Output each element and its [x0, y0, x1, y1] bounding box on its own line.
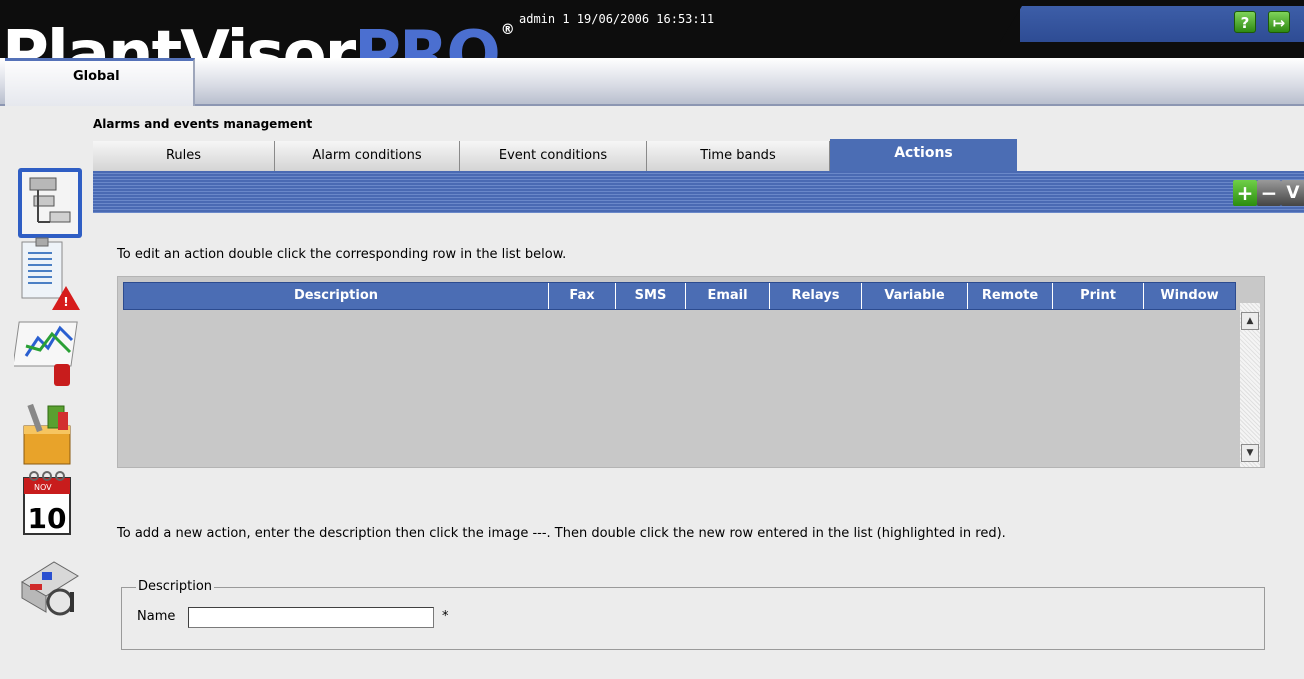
global-bar [0, 58, 1304, 106]
edit-instructions: To edit an action double click the corre… [117, 247, 567, 262]
required-mark: * [442, 609, 449, 624]
tab-time-bands[interactable]: Time bands [647, 141, 830, 171]
description-fieldset: Description Name * [121, 579, 1265, 650]
toolbar [93, 171, 1304, 213]
col-relays[interactable]: Relays [770, 283, 862, 309]
app-header: PlantVisorPRO ® admin 1 19/06/2006 16:53:… [0, 0, 1304, 58]
col-description[interactable]: Description [124, 283, 549, 309]
tab-bar: Rules Alarm conditions Event conditions … [93, 139, 1017, 171]
calendar-icon[interactable]: NOV 10 [14, 470, 86, 540]
plant-map-icon[interactable] [14, 552, 86, 622]
tab-event-conditions[interactable]: Event conditions [460, 141, 647, 171]
tab-actions[interactable]: Actions [830, 139, 1017, 171]
table-scrollbar[interactable]: ▲ ▼ [1240, 303, 1260, 467]
name-label: Name [137, 609, 176, 624]
global-tab[interactable]: Global [5, 58, 195, 106]
col-email[interactable]: Email [686, 283, 770, 309]
header-wedge [1000, 6, 1022, 42]
global-label: Global [73, 69, 120, 84]
user-info: admin 1 19/06/2006 16:53:11 [519, 12, 715, 26]
section-title: Alarms and events management [93, 117, 313, 131]
description-legend: Description [136, 579, 215, 594]
calendar-day: 10 [28, 502, 67, 535]
col-print[interactable]: Print [1053, 283, 1144, 309]
layout-icon[interactable] [14, 166, 86, 238]
scroll-up-icon[interactable]: ▲ [1241, 312, 1259, 330]
table-header: Description Fax SMS Email Relays Variabl… [123, 282, 1236, 310]
scroll-down-icon[interactable]: ▼ [1241, 444, 1259, 462]
add-icon[interactable]: + [1233, 180, 1257, 206]
logo-main: PlantVisor [2, 18, 356, 58]
logo-accent: PRO [354, 18, 501, 58]
col-remote[interactable]: Remote [968, 283, 1053, 309]
name-input[interactable] [188, 607, 434, 628]
tools-box-icon[interactable] [14, 396, 86, 466]
calendar-month: NOV [34, 483, 52, 492]
add-instructions: To add a new action, enter the descripti… [117, 526, 1006, 541]
help-icon[interactable]: ? [1234, 11, 1256, 33]
col-sms[interactable]: SMS [616, 283, 686, 309]
tab-rules[interactable]: Rules [93, 141, 275, 171]
exit-icon[interactable]: ↦ [1268, 11, 1290, 33]
graph-icon[interactable] [12, 316, 86, 386]
tab-alarm-conditions[interactable]: Alarm conditions [275, 141, 460, 171]
alarm-report-icon[interactable]: ! [14, 236, 86, 310]
col-fax[interactable]: Fax [549, 283, 616, 309]
logo-reg: ® [500, 22, 515, 38]
svg-text:!: ! [63, 295, 68, 309]
header-accent-bar [1020, 6, 1304, 42]
remove-icon[interactable]: − [1257, 180, 1281, 206]
plantvisor-logo: PlantVisorPRO ® [2, 0, 515, 58]
confirm-icon[interactable]: V [1281, 180, 1304, 206]
col-window[interactable]: Window [1144, 283, 1235, 309]
actions-table: Description Fax SMS Email Relays Variabl… [117, 276, 1265, 468]
col-variable[interactable]: Variable [862, 283, 968, 309]
